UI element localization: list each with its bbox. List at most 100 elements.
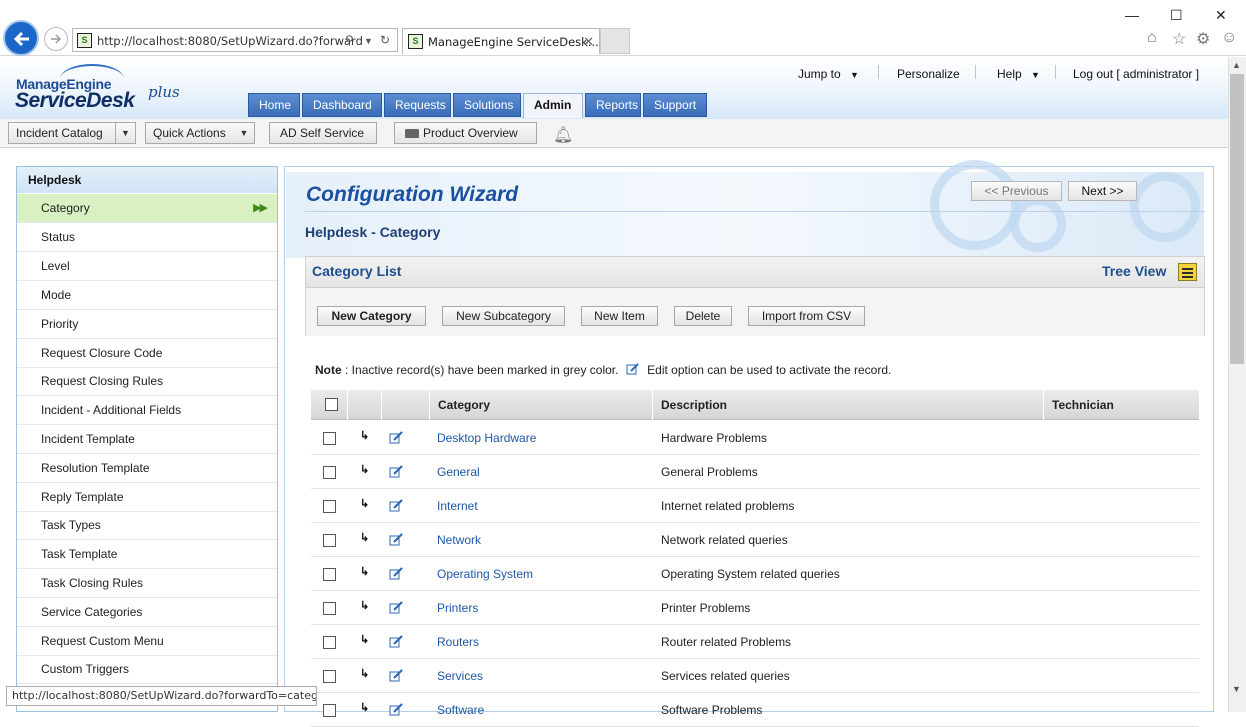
tab-home[interactable]: Home <box>248 93 300 117</box>
sidebar-item-custom-triggers[interactable]: Custom Triggers <box>17 655 277 684</box>
sidebar-item-reply-template[interactable]: Reply Template <box>17 483 277 512</box>
category-link[interactable]: Operating System <box>437 567 533 581</box>
column-description[interactable]: Description <box>652 390 1042 420</box>
previous-button[interactable]: << Previous <box>971 181 1062 201</box>
maximize-icon[interactable]: ☐ <box>1170 7 1183 24</box>
tab-close-icon[interactable]: ✕ <box>583 34 594 50</box>
edit-icon[interactable] <box>389 465 404 478</box>
edit-icon[interactable] <box>389 601 404 614</box>
edit-icon[interactable] <box>389 499 404 512</box>
tab-reports[interactable]: Reports <box>585 93 641 117</box>
new-category-button[interactable]: New Category <box>317 306 426 326</box>
tab-admin[interactable]: Admin <box>523 93 583 118</box>
ad-self-service-button[interactable]: AD Self Service <box>269 122 377 144</box>
incident-catalog-button[interactable]: Incident Catalog ▼ <box>8 122 136 144</box>
home-icon[interactable]: ⌂ <box>1147 29 1157 47</box>
subcategory-arrow-icon[interactable]: ↳ <box>360 701 369 714</box>
tab-dashboard[interactable]: Dashboard <box>302 93 382 117</box>
dropdown-icon[interactable]: ▼ <box>364 36 373 46</box>
browser-tab[interactable]: S ManageEngine ServiceDesk... ✕ <box>402 28 600 54</box>
sidebar-item-request-closure-code[interactable]: Request Closure Code <box>17 339 277 368</box>
subcategory-arrow-icon[interactable]: ↳ <box>360 531 369 544</box>
edit-icon[interactable] <box>389 669 404 682</box>
edit-icon[interactable] <box>389 431 404 444</box>
edit-icon[interactable] <box>389 533 404 546</box>
tab-requests[interactable]: Requests <box>384 93 451 117</box>
row-checkbox[interactable] <box>323 636 336 649</box>
row-checkbox[interactable] <box>323 568 336 581</box>
logout-link[interactable]: Log out [ administrator ] <box>1073 67 1199 81</box>
sidebar-item-priority[interactable]: Priority <box>17 310 277 339</box>
tab-support[interactable]: Support <box>643 93 707 117</box>
sidebar-item-incident-additional-fields[interactable]: Incident - Additional Fields <box>17 396 277 425</box>
column-category[interactable]: Category <box>429 390 651 420</box>
sidebar-item-mode[interactable]: Mode <box>17 281 277 310</box>
category-link[interactable]: Desktop Hardware <box>437 431 536 445</box>
quick-actions-button[interactable]: Quick Actions ▼ <box>145 122 255 144</box>
smiley-icon[interactable]: ☺ <box>1221 29 1237 47</box>
category-link[interactable]: Printers <box>437 601 478 615</box>
sidebar-item-category[interactable]: Category ▶▶ <box>17 194 277 223</box>
scrollbar-thumb[interactable] <box>1230 74 1244 364</box>
subcategory-arrow-icon[interactable]: ↳ <box>360 463 369 476</box>
subcategory-arrow-icon[interactable]: ↳ <box>360 565 369 578</box>
subcategory-arrow-icon[interactable]: ↳ <box>360 497 369 510</box>
subcategory-arrow-icon[interactable]: ↳ <box>360 429 369 442</box>
refresh-icon[interactable]: ↻ <box>380 33 390 47</box>
delete-button[interactable]: Delete <box>674 306 732 326</box>
sidebar-item-task-types[interactable]: Task Types <box>17 511 277 540</box>
bell-icon[interactable]: 🔔︎ <box>553 125 573 145</box>
scroll-down-icon[interactable]: ▼ <box>1232 684 1241 694</box>
category-link[interactable]: Software <box>437 703 484 717</box>
close-window-icon[interactable]: ✕ <box>1215 7 1227 24</box>
import-csv-button[interactable]: Import from CSV <box>748 306 865 326</box>
subcategory-arrow-icon[interactable]: ↳ <box>360 599 369 612</box>
sidebar-item-request-custom-menu[interactable]: Request Custom Menu <box>17 627 277 656</box>
sidebar-item-service-categories[interactable]: Service Categories <box>17 598 277 627</box>
row-checkbox[interactable] <box>323 466 336 479</box>
minimize-icon[interactable]: — <box>1125 7 1139 23</box>
gear-icon[interactable]: ⚙ <box>1196 29 1210 49</box>
address-url[interactable]: http://localhost:8080/SetUpWizard.do?for… <box>97 34 363 48</box>
edit-icon[interactable] <box>389 703 404 716</box>
help-menu[interactable]: Help ▼ <box>997 67 1040 81</box>
edit-icon[interactable] <box>389 635 404 648</box>
subcategory-arrow-icon[interactable]: ↳ <box>360 633 369 646</box>
product-overview-button[interactable]: Product Overview <box>394 122 537 144</box>
star-icon[interactable]: ☆ <box>1172 29 1186 49</box>
tab-solutions[interactable]: Solutions <box>453 93 521 117</box>
back-button[interactable] <box>3 20 39 56</box>
tree-view-icon[interactable] <box>1178 263 1197 281</box>
forward-button[interactable] <box>44 27 68 51</box>
sidebar-item-level[interactable]: Level <box>17 252 277 281</box>
row-checkbox[interactable] <box>323 602 336 615</box>
new-tab-button[interactable] <box>600 28 630 54</box>
sidebar-item-resolution-template[interactable]: Resolution Template <box>17 454 277 483</box>
new-subcategory-button[interactable]: New Subcategory <box>442 306 565 326</box>
category-link[interactable]: Network <box>437 533 481 547</box>
row-checkbox[interactable] <box>323 534 336 547</box>
category-link[interactable]: General <box>437 465 480 479</box>
row-checkbox[interactable] <box>323 432 336 445</box>
sidebar-item-task-template[interactable]: Task Template <box>17 540 277 569</box>
chevron-down-icon[interactable]: ▼ <box>115 123 135 143</box>
next-button[interactable]: Next >> <box>1068 181 1137 201</box>
sidebar-item-status[interactable]: Status <box>17 223 277 252</box>
jump-to-menu[interactable]: Jump to ▼ <box>798 67 859 81</box>
column-technician[interactable]: Technician <box>1043 390 1199 420</box>
personalize-link[interactable]: Personalize <box>897 67 960 81</box>
row-checkbox[interactable] <box>323 500 336 513</box>
scroll-up-icon[interactable]: ▲ <box>1232 60 1241 70</box>
row-checkbox[interactable] <box>323 704 336 717</box>
logo-servicedesk[interactable]: ServiceDesk <box>15 89 135 113</box>
category-link[interactable]: Services <box>437 669 483 683</box>
sidebar-item-task-closing-rules[interactable]: Task Closing Rules <box>17 569 277 598</box>
search-icon[interactable]: ⚲ <box>345 33 354 47</box>
category-link[interactable]: Routers <box>437 635 479 649</box>
tree-view-link[interactable]: Tree View <box>1102 263 1166 279</box>
new-item-button[interactable]: New Item <box>581 306 658 326</box>
row-checkbox[interactable] <box>323 670 336 683</box>
sidebar-item-incident-template[interactable]: Incident Template <box>17 425 277 454</box>
address-bar[interactable]: S http://localhost:8080/SetUpWizard.do?f… <box>72 28 398 52</box>
select-all-checkbox[interactable] <box>325 398 338 411</box>
